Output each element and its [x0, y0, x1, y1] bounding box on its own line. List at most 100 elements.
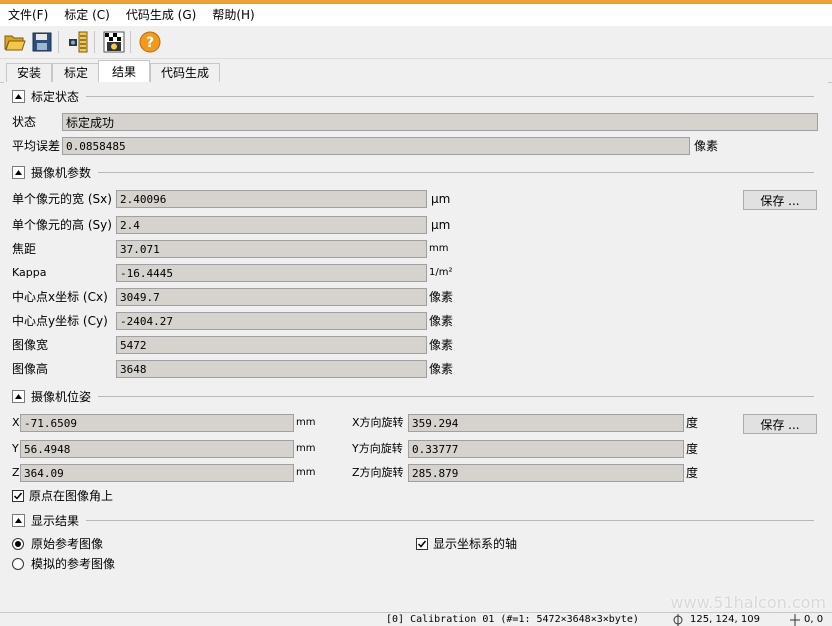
menu-help[interactable]: 帮助(H) — [204, 4, 262, 26]
rotation-field: 0.33777 — [408, 440, 684, 458]
toolbar-separator — [58, 31, 59, 53]
param-field: 3648 — [116, 360, 427, 378]
menu-file[interactable]: 文件(F) — [0, 4, 56, 26]
original-reference-label: 原始参考图像 — [31, 537, 104, 551]
section-header-camera-params: 摄像机参数 — [12, 163, 91, 181]
svg-text:?: ? — [146, 35, 154, 51]
show-axes-checkbox[interactable] — [416, 538, 428, 550]
param-unit: 像素 — [429, 338, 454, 352]
param-unit: 像素 — [429, 314, 454, 328]
param-field: 5472 — [116, 336, 427, 354]
save-camera-pose-button[interactable]: 保存 ... — [743, 414, 817, 434]
original-reference-radio[interactable] — [12, 538, 24, 550]
param-label: 单个像元的高 (Sy) — [12, 218, 112, 232]
section-header-camera-pose: 摄像机位姿 — [12, 387, 91, 405]
status-field: 标定成功 — [62, 113, 818, 131]
open-folder-icon[interactable] — [3, 30, 27, 54]
pose-unit: mm — [296, 467, 316, 478]
param-field: -16.4445 — [116, 264, 427, 282]
param-label: 焦距 — [12, 242, 37, 256]
param-label: 中心点y坐标 (Cy) — [12, 314, 108, 328]
param-label: 中心点x坐标 (Cx) — [12, 290, 108, 304]
save-camera-params-button[interactable]: 保存 ... — [743, 190, 817, 210]
menu-codegen[interactable]: 代码生成 (G) — [118, 4, 204, 26]
status-image-info: [0] Calibration 01 (#=1: 5472×3648×3×byt… — [386, 614, 639, 625]
rotation-label: Z方向旋转 — [352, 466, 404, 479]
pose-unit: mm — [296, 417, 316, 428]
rotation-unit: 度 — [686, 466, 699, 480]
simulated-reference-label: 模拟的参考图像 — [31, 557, 116, 571]
rotation-unit: 度 — [686, 416, 699, 430]
origin-corner-checkbox[interactable] — [12, 490, 24, 502]
show-axes-label: 显示坐标系的轴 — [433, 537, 518, 551]
toolbar-separator — [94, 31, 95, 53]
param-unit: 像素 — [429, 362, 454, 376]
rotation-field: 359.294 — [408, 414, 684, 432]
pose-field: -71.6509 — [20, 414, 294, 432]
divider — [98, 396, 814, 397]
param-unit: mm — [429, 243, 449, 254]
divider — [86, 96, 814, 97]
coordinate-icon — [790, 614, 800, 626]
menu-calibration[interactable]: 标定 (C) — [56, 4, 118, 26]
section-header-calib-status: 标定状态 — [12, 87, 79, 105]
param-field: 3049.7 — [116, 288, 427, 306]
save-disk-icon[interactable] — [30, 30, 54, 54]
toolbar-separator — [130, 31, 131, 53]
divider — [98, 172, 814, 173]
status-gray-values: 125, 124, 109 — [690, 614, 760, 625]
section-title: 显示结果 — [31, 513, 80, 528]
results-panel: 标定状态 状态 标定成功 平均误差 0.0858485 像素 摄像机参数 保存 … — [4, 82, 828, 612]
tab-codegen[interactable]: 代码生成 — [150, 63, 220, 82]
section-title: 摄像机参数 — [31, 165, 92, 180]
tab-results[interactable]: 结果 — [98, 60, 150, 83]
collapse-toggle-icon[interactable] — [12, 389, 25, 403]
calibration-camera-icon[interactable] — [102, 30, 126, 54]
simulated-reference-radio[interactable] — [12, 558, 24, 570]
help-icon[interactable]: ? — [138, 30, 162, 54]
param-unit: μm — [431, 192, 451, 206]
param-label: 图像宽 — [12, 338, 49, 352]
rotation-field: 285.879 — [408, 464, 684, 482]
pose-label: Z — [12, 466, 20, 479]
toolbar: ? — [0, 26, 832, 59]
error-label: 平均误差 — [12, 139, 61, 153]
pose-field: 56.4948 — [20, 440, 294, 458]
pose-label: X — [12, 416, 20, 429]
param-label: 图像高 — [12, 362, 49, 376]
tab-bar: 安装 标定 结果 代码生成 — [0, 60, 832, 83]
section-header-display: 显示结果 — [12, 511, 79, 529]
status-bar: [0] Calibration 01 (#=1: 5472×3648×3×byt… — [0, 612, 832, 626]
param-field: 2.40096 — [116, 190, 427, 208]
param-unit: μm — [431, 218, 451, 232]
param-label: Kappa — [12, 266, 47, 279]
collapse-toggle-icon[interactable] — [12, 513, 25, 527]
rotation-label: X方向旋转 — [352, 416, 404, 429]
param-field: 2.4 — [116, 216, 427, 234]
pose-unit: mm — [296, 443, 316, 454]
collapse-toggle-icon[interactable] — [12, 89, 25, 103]
origin-corner-label: 原点在图像角上 — [29, 489, 114, 503]
rotation-unit: 度 — [686, 442, 699, 456]
menu-bar: 文件(F) 标定 (C) 代码生成 (G) 帮助(H) — [0, 4, 832, 26]
status-label: 状态 — [12, 115, 37, 129]
status-coordinates: 0, 0 — [804, 614, 824, 625]
param-field: -2404.27 — [116, 312, 427, 330]
pixel-picker-icon — [672, 614, 684, 626]
rotation-label: Y方向旋转 — [352, 442, 403, 455]
divider — [86, 520, 814, 521]
param-field: 37.071 — [116, 240, 427, 258]
param-unit: 像素 — [429, 290, 454, 304]
collapse-toggle-icon[interactable] — [12, 165, 25, 179]
tab-calibration[interactable]: 标定 — [52, 63, 100, 82]
error-unit: 像素 — [694, 139, 719, 153]
error-field: 0.0858485 — [62, 137, 690, 155]
pose-label: Y — [12, 442, 19, 455]
tab-setup[interactable]: 安装 — [6, 63, 52, 82]
section-title: 摄像机位姿 — [31, 389, 92, 404]
section-title: 标定状态 — [31, 89, 80, 104]
pose-field: 364.09 — [20, 464, 294, 482]
camera-list-icon[interactable] — [66, 30, 90, 54]
watermark: www.51halcon.com — [670, 593, 826, 612]
param-unit: 1/m² — [429, 267, 453, 278]
